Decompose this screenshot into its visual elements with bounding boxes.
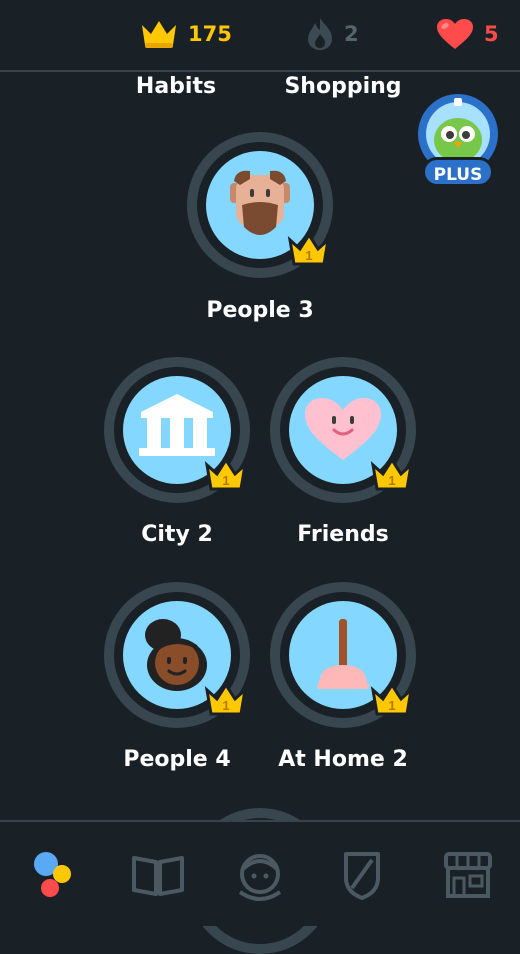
shield-icon[interactable] <box>332 848 392 902</box>
flame-icon <box>308 18 332 50</box>
crown-icon <box>142 21 176 48</box>
skill-label-people-4[interactable]: People 4 <box>92 747 262 772</box>
svg-text:1: 1 <box>222 473 229 488</box>
bottom-nav <box>0 820 520 926</box>
crowns-counter[interactable]: 175 <box>140 15 232 53</box>
svg-text:1: 1 <box>305 248 312 263</box>
profile-face-icon[interactable] <box>230 848 290 902</box>
shop-icon[interactable] <box>438 848 498 902</box>
streak-counter[interactable]: 2 <box>306 15 359 53</box>
hearts-count: 5 <box>484 22 499 46</box>
crowns-count: 175 <box>188 22 232 46</box>
skill-label-at-home-2[interactable]: At Home 2 <box>258 747 428 772</box>
skill-label-friends[interactable]: Friends <box>258 522 428 547</box>
streak-count: 2 <box>344 22 359 46</box>
home-dots-icon[interactable] <box>22 848 82 902</box>
heart-icon <box>437 19 473 49</box>
crown-level-badge: 1 <box>287 232 331 266</box>
top-bar: 175 2 5 <box>0 0 520 72</box>
crown-level-badge: 1 <box>370 457 414 491</box>
svg-text:1: 1 <box>388 473 395 488</box>
skill-label-habits[interactable]: Habits <box>91 74 261 99</box>
book-icon[interactable] <box>128 848 188 902</box>
skill-label-city-2[interactable]: City 2 <box>92 522 262 547</box>
plus-label[interactable]: PLUS <box>422 157 494 187</box>
crown-level-badge: 1 <box>204 682 248 716</box>
crown-level-badge: 1 <box>370 682 414 716</box>
crown-level-badge: 1 <box>204 457 248 491</box>
france-flag-icon[interactable] <box>22 18 66 52</box>
skill-label-shopping[interactable]: Shopping <box>258 74 428 99</box>
svg-text:1: 1 <box>222 698 229 713</box>
skill-label-people-3[interactable]: People 3 <box>175 298 345 323</box>
svg-text:1: 1 <box>388 698 395 713</box>
hearts-counter[interactable]: 5 <box>436 15 499 53</box>
